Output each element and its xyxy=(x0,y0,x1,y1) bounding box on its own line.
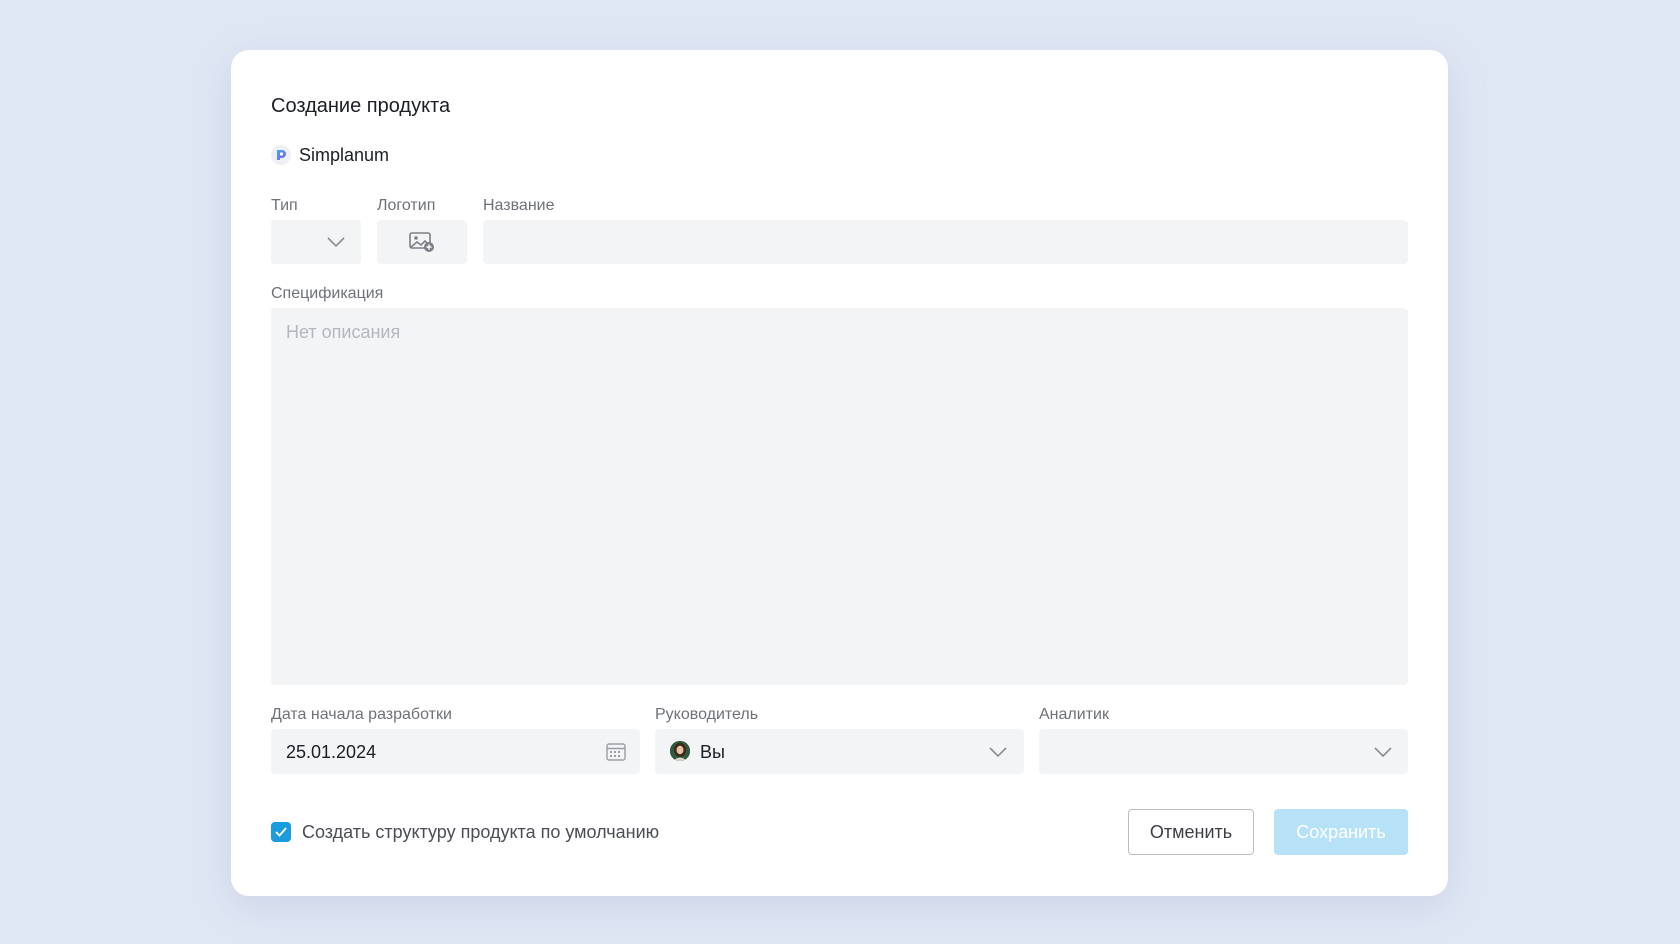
chevron-down-icon xyxy=(327,237,345,247)
name-label: Название xyxy=(483,197,555,214)
logo-label: Логотип xyxy=(377,197,436,214)
check-icon xyxy=(275,827,287,837)
logo-upload[interactable] xyxy=(377,220,467,264)
spec-label: Спецификация xyxy=(271,285,384,302)
save-button[interactable]: Сохранить xyxy=(1274,809,1408,855)
dialog-title: Создание продукта xyxy=(271,95,451,117)
start-date-value: 25.01.2024 xyxy=(286,742,377,762)
default-structure-checkbox[interactable] xyxy=(271,822,291,842)
simplanum-logo-icon xyxy=(271,145,291,165)
workspace-name: Simplanum xyxy=(299,144,390,165)
avatar xyxy=(670,741,690,761)
manager-select[interactable]: Вы xyxy=(655,729,1024,774)
analyst-label: Аналитик xyxy=(1039,706,1109,723)
chevron-down-icon xyxy=(1374,747,1392,757)
spec-textarea[interactable]: Нет описания xyxy=(271,308,1408,685)
default-structure-label[interactable]: Создать структуру продукта по умолчанию xyxy=(302,822,659,842)
name-input[interactable] xyxy=(483,220,1408,264)
calendar-icon[interactable] xyxy=(606,742,626,761)
analyst-select[interactable] xyxy=(1039,729,1408,774)
manager-value: Вы xyxy=(700,742,725,762)
image-add-icon xyxy=(409,232,434,252)
start-date-input[interactable]: 25.01.2024 xyxy=(271,729,640,774)
start-date-label: Дата начала разработки xyxy=(271,706,452,723)
type-select[interactable] xyxy=(271,220,361,264)
create-product-dialog: Создание продукта Simplanum Тип Логотип xyxy=(231,50,1448,896)
workspace-selector[interactable]: Simplanum xyxy=(271,144,389,166)
type-label: Тип xyxy=(271,197,298,214)
spec-placeholder: Нет описания xyxy=(286,322,401,342)
chevron-down-icon xyxy=(989,747,1007,757)
cancel-button[interactable]: Отменить xyxy=(1128,809,1254,855)
manager-label: Руководитель xyxy=(655,706,759,723)
